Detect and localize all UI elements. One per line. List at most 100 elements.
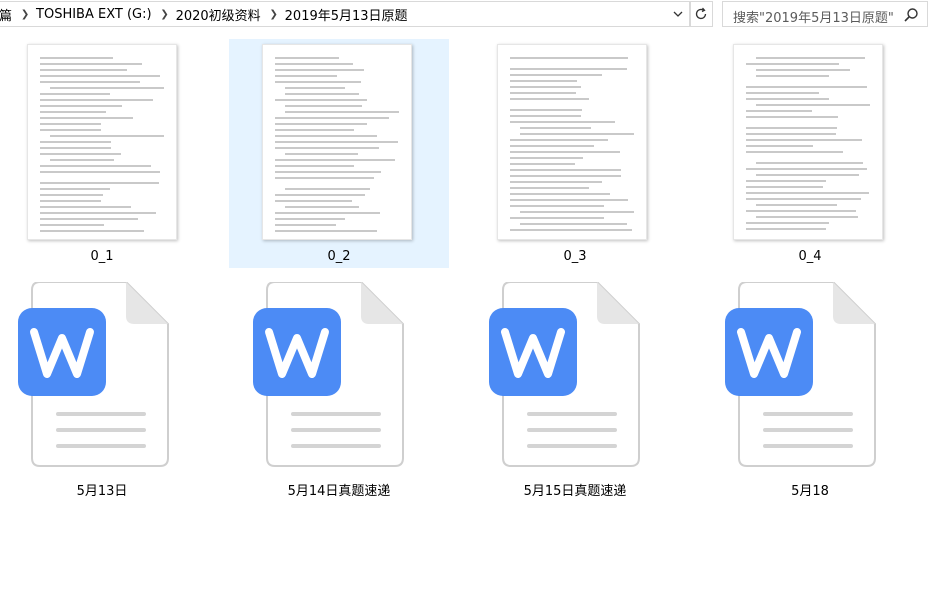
file-name: 0_4 [798, 249, 822, 264]
thumbnail-text-line [510, 57, 628, 59]
thumbnail-text-line [746, 168, 867, 170]
breadcrumb-item[interactable]: 2020初级资料 [172, 5, 267, 24]
file-thumbnail [262, 44, 412, 240]
file-item[interactable]: 5月14日真题速递 [229, 282, 449, 502]
thumbnail-text-line [510, 175, 621, 177]
thumbnail-text-line [40, 105, 122, 107]
thumbnail-text-line [285, 93, 359, 95]
breadcrumb-item[interactable]: TOSHIBA EXT (G:) [32, 7, 158, 22]
thumbnail-text-line [275, 159, 395, 161]
thumbnail-text-line [746, 210, 856, 212]
address-history-button[interactable] [666, 2, 690, 26]
file-name: 0_1 [90, 249, 114, 264]
thumbnail-text-line [275, 171, 381, 173]
thumbnail-text-line [40, 141, 111, 143]
file-item[interactable]: 5月13日 [0, 282, 212, 502]
refresh-button[interactable] [689, 1, 713, 27]
thumbnail-text-line [510, 121, 615, 123]
thumbnail-text-line [50, 135, 164, 137]
thumbnail-text-line [746, 127, 837, 129]
thumbnail-text-line [510, 115, 581, 117]
thumbnail-text-line [285, 153, 358, 155]
thumbnail-text-line [275, 212, 380, 214]
thumbnail-text-line [756, 216, 858, 218]
search-input[interactable]: 搜索"2019年5月13日原题" [733, 7, 894, 26]
thumbnail-text-line [746, 92, 819, 94]
file-thumbnail [733, 44, 883, 240]
search-box[interactable]: 搜索"2019年5月13日原题" [722, 1, 928, 27]
file-name: 5月14日真题速递 [287, 484, 391, 499]
wps-document-icon [725, 282, 876, 467]
thumbnail-text-line [510, 151, 620, 153]
thumbnail-text-line [510, 92, 576, 94]
thumbnail-text-line [746, 116, 838, 118]
thumbnail-text-line [40, 147, 111, 149]
thumbnail-text-line [510, 157, 583, 159]
thumbnail-text-line [40, 171, 160, 173]
thumbnail-text-line [40, 182, 159, 184]
thumbnail-text-line [510, 74, 602, 76]
wps-document-icon [489, 282, 640, 467]
breadcrumb-item[interactable]: 篇 [0, 5, 18, 24]
search-icon[interactable] [903, 7, 919, 23]
thumbnail-text-line [520, 127, 591, 129]
wps-document-icon [253, 282, 404, 467]
thumbnail-text-line [40, 99, 153, 101]
thumbnail-text-line [756, 57, 865, 59]
thumbnail-text-line [275, 224, 336, 226]
thumbnail-text-line [510, 199, 628, 201]
thumbnail-text-line [746, 98, 829, 100]
file-item[interactable]: 5月15日真题速递 [465, 282, 685, 502]
thumbnail-text-line [756, 75, 829, 77]
file-name: 0_2 [327, 249, 351, 264]
thumbnail-text-line [40, 117, 133, 119]
thumbnail-text-line [275, 135, 377, 137]
thumbnail-text-line [275, 218, 345, 220]
thumbnail-text-line [746, 198, 861, 200]
thumbnail-text-line [510, 80, 577, 82]
thumbnail-text-line [746, 110, 812, 112]
address-bar[interactable]: 篇 ❯ TOSHIBA EXT (G:) ❯ 2020初级资料 ❯ 2019年5… [0, 1, 691, 27]
thumbnail-text-line [40, 123, 101, 125]
thumbnail-text-line [50, 87, 164, 89]
thumbnail-text-line [275, 57, 339, 59]
file-name: 5月13日 [76, 484, 128, 499]
toolbar: 篇 ❯ TOSHIBA EXT (G:) ❯ 2020初级资料 ❯ 2019年5… [0, 0, 928, 28]
file-item[interactable]: 5月18 [700, 282, 920, 502]
chevron-right-icon[interactable]: ❯ [18, 9, 32, 20]
thumbnail-text-line [275, 165, 354, 167]
thumbnail-text-line [275, 63, 353, 65]
thumbnail-text-line [40, 230, 144, 232]
chevron-right-icon[interactable]: ❯ [267, 9, 281, 20]
thumbnail-text-line [40, 63, 142, 65]
thumbnail-text-line [40, 69, 127, 71]
thumbnail-text-line [746, 139, 862, 141]
thumbnail-text-line [746, 63, 839, 65]
breadcrumb: 篇 ❯ TOSHIBA EXT (G:) ❯ 2020初级资料 ❯ 2019年5… [0, 2, 414, 26]
thumbnail-text-line [275, 75, 337, 77]
thumbnail-text-line [510, 139, 608, 141]
thumbnail-text-line [756, 104, 870, 106]
thumbnail-text-line [510, 229, 632, 231]
thumbnail-text-line [275, 99, 367, 101]
thumbnail-text-line [510, 145, 594, 147]
thumbnail-text-line [746, 192, 869, 194]
thumbnail-text-line [510, 109, 582, 111]
thumbnail-text-line [510, 187, 589, 189]
refresh-icon [695, 7, 707, 20]
thumbnail-text-line [756, 162, 863, 164]
thumbnail-text-line [510, 98, 589, 100]
wps-document-icon [18, 282, 169, 467]
chevron-right-icon[interactable]: ❯ [158, 9, 172, 20]
thumbnail-text-line [275, 141, 398, 143]
chevron-down-icon [673, 11, 683, 17]
thumbnail-text-line [40, 188, 110, 190]
breadcrumb-item[interactable]: 2019年5月13日原题 [281, 5, 414, 24]
thumbnail-text-line [275, 123, 367, 125]
thumbnail-text-line [40, 218, 138, 220]
thumbnail-text-line [746, 186, 823, 188]
thumbnail-text-line [40, 200, 101, 202]
thumbnail-text-line [40, 57, 113, 59]
thumbnail-text-line [510, 205, 604, 207]
thumbnail-text-line [756, 69, 850, 71]
